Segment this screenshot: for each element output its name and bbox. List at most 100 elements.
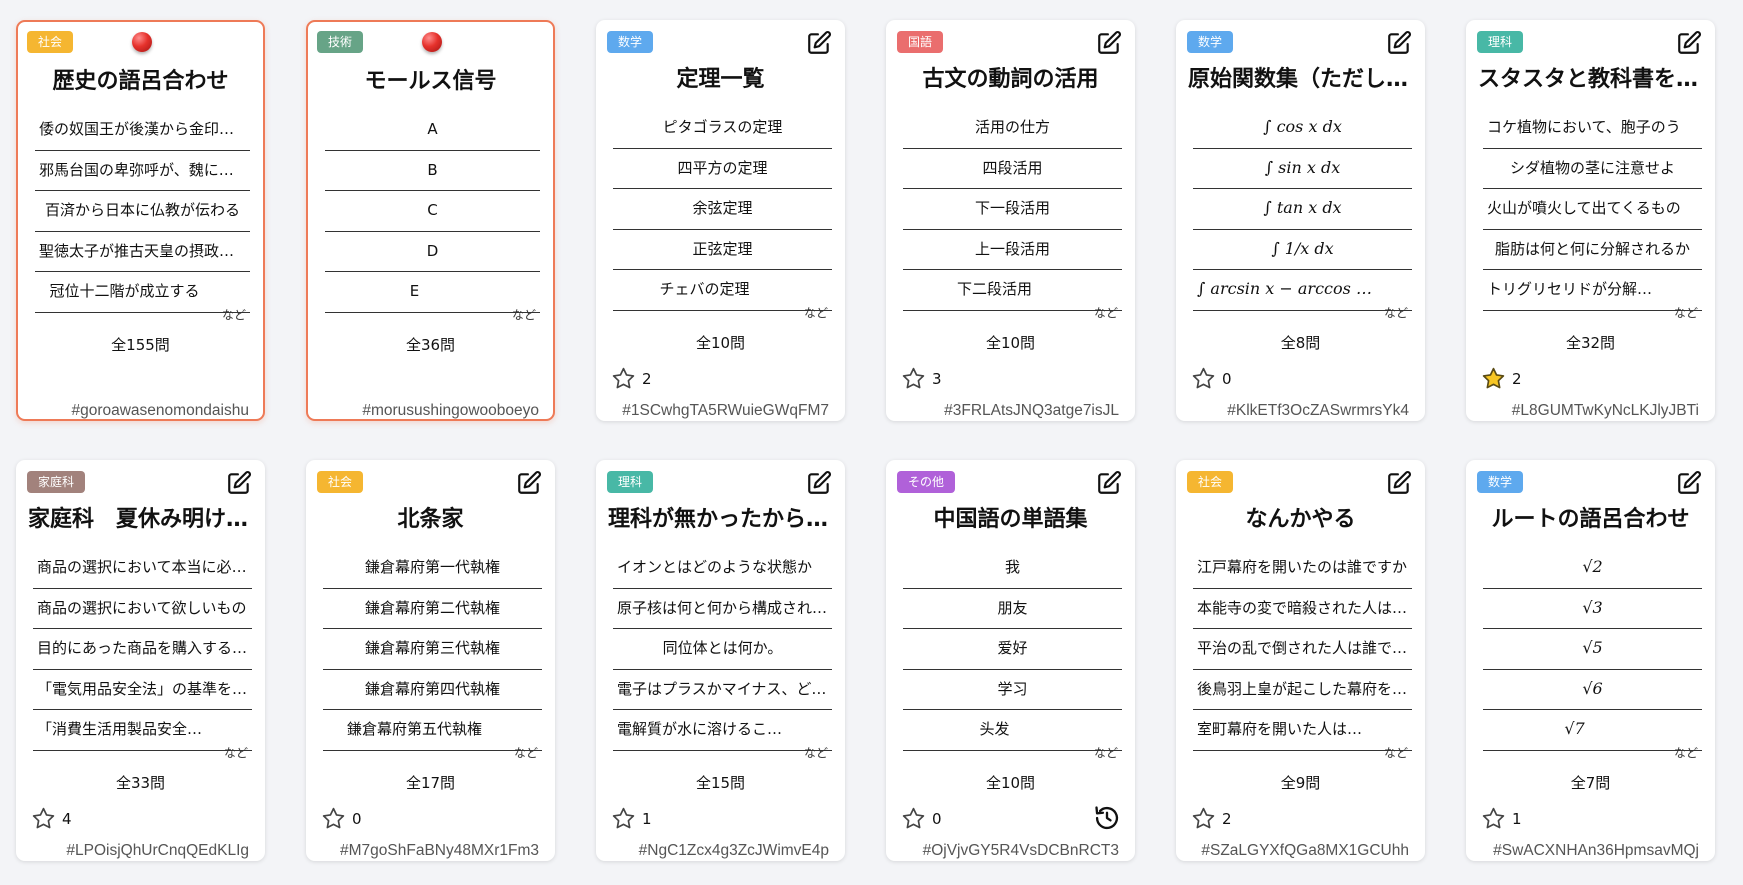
- card-title: 理科が無かったから作りました: [608, 507, 833, 532]
- question-total: 全32問: [1565, 334, 1616, 352]
- favorite-row[interactable]: 4: [31, 806, 72, 831]
- favorite-row[interactable]: 2: [611, 366, 652, 391]
- star-icon[interactable]: [611, 366, 636, 391]
- more-label: など: [803, 306, 828, 320]
- history-icon[interactable]: [1093, 804, 1121, 832]
- category-tag: 数学: [1187, 31, 1234, 53]
- edit-icon[interactable]: [226, 470, 252, 496]
- favorite-row[interactable]: 2: [1481, 366, 1522, 391]
- star-icon[interactable]: [31, 806, 56, 831]
- category-tag: 家庭科: [27, 471, 86, 493]
- favorite-row[interactable]: 3: [901, 366, 942, 391]
- study-card[interactable]: 数学 ルートの語呂合わせ √2 √3 √5 √6 √7 など 全7問 1 #SwACXNHAn36H…: [1466, 460, 1715, 861]
- item-list: √2 √3 √5 √6 √7: [1483, 548, 1702, 751]
- star-icon[interactable]: [901, 366, 926, 391]
- edit-icon[interactable]: [806, 470, 832, 496]
- list-item: √2: [1483, 548, 1702, 589]
- favorite-row[interactable]: 1: [1481, 806, 1522, 831]
- list-item: 聖徳太子が推古天皇の摂政となる: [35, 232, 250, 272]
- list-item: 鎌倉幕府第三代執権: [323, 629, 542, 670]
- star-icon[interactable]: [1191, 806, 1216, 831]
- card-title: 歴史の語呂合わせ: [52, 69, 229, 94]
- list-item: ∫ tan x dx: [1193, 189, 1412, 230]
- more-label: など: [513, 746, 538, 760]
- edit-icon[interactable]: [1386, 30, 1412, 56]
- star-icon[interactable]: [901, 806, 926, 831]
- star-icon[interactable]: [611, 806, 636, 831]
- question-total: 全36問: [405, 336, 456, 354]
- card-title: なんかやる: [1245, 507, 1356, 532]
- list-item: 「電気用品安全法」の基準を満たす: [33, 670, 252, 710]
- favorite-count: 3: [932, 369, 942, 388]
- favorite-row[interactable]: 2: [1191, 806, 1232, 831]
- star-icon[interactable]: [1191, 366, 1216, 391]
- card-id: #SZaLGYXfQGa8MX1GCUhh: [1201, 842, 1409, 859]
- more-label: など: [1093, 306, 1118, 320]
- list-item: E: [325, 272, 540, 313]
- favorite-count: 0: [352, 809, 362, 828]
- list-item: D: [325, 232, 540, 272]
- list-item: √5: [1483, 629, 1702, 670]
- star-icon[interactable]: [1481, 366, 1506, 391]
- list-item: 下一段活用: [903, 189, 1122, 230]
- edit-icon[interactable]: [1676, 30, 1702, 56]
- card-title: 北条家: [397, 507, 464, 532]
- list-item: C: [325, 191, 540, 232]
- card-id: #goroawasenomondaishu: [71, 402, 249, 419]
- more-label: など: [511, 308, 536, 322]
- card-id: #NgC1Zcx4g3ZcJWimvE4p: [638, 842, 829, 859]
- favorite-count: 2: [1222, 809, 1232, 828]
- list-item: 本能寺の変で暗殺された人は誰か: [1193, 589, 1412, 629]
- list-item: 電子はプラスかマイナス、どちらか: [613, 670, 832, 710]
- question-total: 全10問: [985, 334, 1036, 352]
- study-card[interactable]: 数学原始関数集（ただし積分定数は省略）∫ cos x dx∫ sin x dx∫…: [1176, 20, 1425, 421]
- list-item: ∫ cos x dx: [1193, 108, 1412, 149]
- edit-icon[interactable]: [1096, 30, 1122, 56]
- list-item: ∫ arcsin x − arccos x + arctan x dx: [1193, 270, 1412, 311]
- study-card[interactable]: 理科理科が無かったから作りましたイオンとはどのような状態か原子核は何と何から構成…: [596, 460, 845, 861]
- list-item: 脂肪は何と何に分解されるか: [1483, 230, 1702, 270]
- favorite-count: 0: [932, 809, 942, 828]
- study-card[interactable]: 家庭科家庭科 夏休み明けテスト商品の選択において本当に必要か商品の選択において欲…: [16, 460, 265, 861]
- favorite-row[interactable]: 0: [321, 806, 362, 831]
- favorite-row[interactable]: 0: [901, 806, 942, 831]
- study-card[interactable]: 社会歴史の語呂合わせ倭の奴国王が後漢から金印を授かる邪馬台国の卑弥呼が、魏に使い…: [16, 20, 265, 421]
- edit-icon[interactable]: [1386, 470, 1412, 496]
- study-card[interactable]: その他 中国語の単語集我朋友 爱好 学习 头发 など 全10問 0 #OjVjvGY5R4VsD…: [886, 460, 1135, 861]
- card-title: ルートの語呂合わせ: [1491, 507, 1690, 532]
- favorite-count: 2: [642, 369, 652, 388]
- study-card[interactable]: 社会 なんかやる 江戸幕府を開いたのは誰ですか 本能寺の変で暗殺された人は誰か 平治の乱…: [1176, 460, 1425, 861]
- list-item: 活用の仕方: [903, 108, 1122, 149]
- study-card[interactable]: 国語 古文の動詞の活用 活用の仕方 四段活用 下一段活用 上一段活用 下二段活用 など 全10問…: [886, 20, 1135, 421]
- star-icon[interactable]: [1481, 806, 1506, 831]
- study-card[interactable]: 社会 北条家 鎌倉幕府第一代執権 鎌倉幕府第二代執権 鎌倉幕府第三代執権 鎌倉幕府第四代執…: [306, 460, 555, 861]
- item-list: ピタゴラスの定理 四平方の定理 余弦定理 正弦定理 チェバの定理: [613, 108, 832, 311]
- edit-icon[interactable]: [806, 30, 832, 56]
- item-list: コケ植物において、胞子のう シダ植物の茎に注意せよ 火山が噴火して出てくるもの 脂肪は…: [1483, 108, 1702, 311]
- item-list: イオンとはどのような状態か 原子核は何と何から構成されるか 同位体とは何か。 電子はプ…: [613, 548, 832, 751]
- more-label: など: [1673, 306, 1698, 320]
- card-title: 古文の動詞の活用: [922, 67, 1099, 92]
- edit-icon[interactable]: [516, 470, 542, 496]
- list-item: 電解質が水に溶けることを何という: [613, 710, 832, 751]
- star-icon[interactable]: [321, 806, 346, 831]
- favorite-count: 1: [642, 809, 652, 828]
- list-item: 下二段活用: [903, 270, 1122, 311]
- favorite-row[interactable]: 1: [611, 806, 652, 831]
- item-list: ∫ cos x dx ∫ sin x dx ∫ tan x dx ∫ 1/x dx ∫ …: [1193, 108, 1412, 311]
- study-card[interactable]: 理科スタスタと教科書を覚えようコケ植物において、胞子のうシダ植物の茎に注意せよ火…: [1466, 20, 1715, 421]
- edit-icon[interactable]: [1096, 470, 1122, 496]
- list-item: 同位体とは何か。: [613, 629, 832, 670]
- more-label: など: [1383, 306, 1408, 320]
- list-item: 「消費生活用製品安全法」の基準: [33, 710, 252, 751]
- list-item: √7: [1483, 710, 1702, 751]
- category-tag: 社会: [1187, 471, 1234, 493]
- study-card[interactable]: 技術 モールス信号 A B C D E など 全36問 #morusushingowooboeyo: [306, 20, 555, 421]
- category-tag: 技術: [317, 31, 364, 53]
- list-item: ∫ 1/x dx: [1193, 230, 1412, 270]
- question-total: 全33問: [115, 774, 166, 792]
- edit-icon[interactable]: [1676, 470, 1702, 496]
- favorite-row[interactable]: 0: [1191, 366, 1232, 391]
- study-card[interactable]: 数学 定理一覧 ピタゴラスの定理 四平方の定理 余弦定理 正弦定理 チェバの定理 など 全10問…: [596, 20, 845, 421]
- list-item: 原子核は何と何から構成されるか: [613, 589, 832, 629]
